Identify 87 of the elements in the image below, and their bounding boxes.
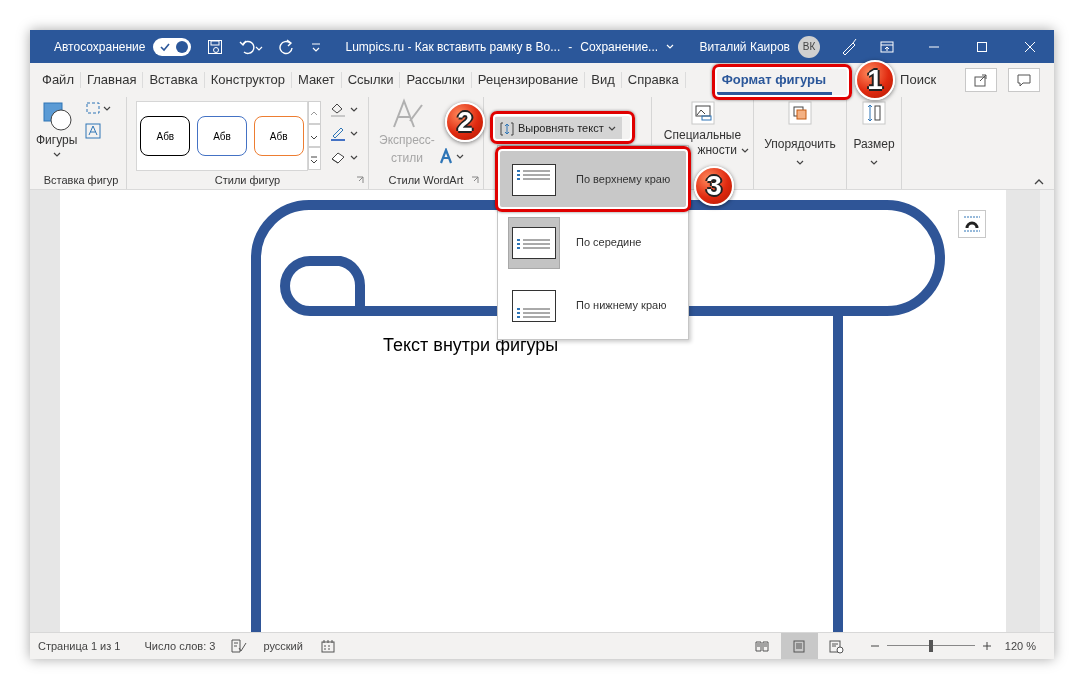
title-separator: - — [568, 38, 573, 56]
caret-icon — [741, 146, 749, 155]
ribbon-tab[interactable]: Главная — [80, 72, 144, 88]
page-count[interactable]: Страница 1 из 1 — [38, 637, 121, 655]
accessibility-check-icon[interactable] — [320, 639, 335, 653]
alt-text-icon — [690, 101, 715, 125]
customize-toolbar-icon[interactable] — [311, 40, 322, 53]
search-box[interactable]: Поиск — [900, 70, 937, 90]
vertical-scrollbar[interactable] — [1040, 190, 1054, 632]
share-button[interactable] — [965, 68, 997, 92]
comment-icon — [1017, 73, 1031, 87]
share-icon — [974, 73, 988, 87]
ribbon-tab[interactable]: Вид — [585, 72, 622, 88]
read-view-icon — [754, 638, 771, 654]
gallery-more-icon[interactable] — [308, 147, 321, 170]
align-text-button[interactable]: Выровнять текст — [494, 117, 622, 140]
user-avatar[interactable]: ВК — [798, 35, 820, 58]
size-icon — [862, 101, 886, 125]
dialog-launcher-icon[interactable] — [356, 176, 364, 184]
redo-icon[interactable] — [279, 38, 296, 55]
undo-icon[interactable] — [239, 38, 264, 55]
style-sample[interactable]: Абв — [253, 116, 304, 156]
text-alignment-icon — [512, 226, 556, 259]
user-name[interactable]: Виталий Каиров — [699, 37, 790, 56]
ribbon-tab[interactable]: Рецензирование — [471, 72, 586, 88]
save-status: Сохранение... — [580, 38, 659, 56]
language-indicator[interactable]: русский — [263, 637, 303, 655]
ribbon-tab[interactable]: Ссылки — [341, 72, 401, 88]
caret-icon — [870, 159, 878, 167]
text-fill-icon[interactable] — [438, 148, 465, 164]
group-label: Вставка фигур — [43, 173, 119, 189]
print-view-icon — [791, 638, 808, 654]
text-alignment-icon — [512, 163, 556, 196]
fill-icon[interactable] — [329, 101, 359, 117]
align-text-icon — [500, 121, 514, 136]
step-number: 1 — [855, 60, 895, 100]
caret-icon — [607, 124, 616, 133]
text-alignment-icon — [512, 289, 556, 322]
shapes-icon — [41, 101, 72, 131]
pen-icon[interactable] — [840, 37, 858, 56]
zoom-slider-thumb[interactable] — [928, 640, 933, 652]
dialog-launcher-icon[interactable] — [471, 176, 479, 184]
ribbon-tab[interactable]: Макет — [291, 72, 342, 88]
zoom-level[interactable]: 120 % — [1004, 637, 1036, 655]
group-label: Стили фигур — [214, 173, 281, 189]
ribbon-tab[interactable]: Формат фигуры — [715, 72, 833, 95]
web-view-icon — [828, 638, 845, 654]
step-number: 3 — [694, 166, 734, 206]
maximize-icon — [977, 41, 987, 52]
caret-icon — [52, 151, 61, 159]
size-button[interactable]: Размер — [847, 97, 901, 189]
zoom-slider[interactable] — [886, 640, 975, 652]
outline-icon[interactable] — [329, 125, 359, 141]
save-icon[interactable] — [207, 38, 224, 55]
arrange-button[interactable]: Упорядочить — [754, 97, 846, 189]
zoom-out-icon[interactable] — [870, 642, 879, 650]
check-icon — [160, 41, 171, 52]
shapes-button[interactable]: Фигуры — [36, 97, 78, 172]
close-icon — [1025, 41, 1035, 52]
comments-button[interactable] — [1008, 68, 1040, 92]
style-sample[interactable]: Абв — [140, 116, 191, 156]
menu-item[interactable]: По середине — [498, 211, 688, 274]
ribbon-tab[interactable]: Файл — [36, 72, 81, 88]
autosave-toggle[interactable] — [153, 37, 192, 56]
step-number: 2 — [445, 102, 485, 142]
autosave-label: Автосохранение — [54, 38, 146, 56]
ribbon-tab[interactable]: Справка — [621, 72, 686, 88]
style-sample[interactable]: Абв — [197, 116, 247, 156]
layout-options-icon[interactable] — [958, 210, 986, 238]
ribbon-display-icon[interactable] — [880, 40, 894, 53]
collapse-ribbon-icon[interactable] — [1034, 178, 1044, 185]
caret-icon[interactable] — [666, 42, 675, 51]
arrange-icon — [788, 101, 812, 125]
caret-icon — [796, 159, 804, 167]
text-box-icon[interactable] — [85, 123, 102, 139]
word-count[interactable]: Число слов: 3 — [144, 637, 216, 655]
proofing-icon[interactable] — [231, 639, 248, 653]
menu-item[interactable]: По нижнему краю — [498, 274, 688, 337]
group-label: Стили WordArt — [388, 173, 464, 189]
ribbon-tab[interactable]: Рассылки — [400, 72, 472, 88]
ribbon-tab[interactable]: Вставка — [143, 72, 205, 88]
button-label: жности — [697, 143, 749, 158]
document-title: Lumpics.ru - Как вставить рамку в Во... — [345, 38, 561, 56]
document-text: Текст внутри фигуры — [383, 336, 559, 356]
ribbon-tab[interactable]: Конструктор — [204, 72, 292, 88]
view-button[interactable] — [780, 633, 818, 659]
zoom-in-icon[interactable] — [982, 642, 991, 650]
